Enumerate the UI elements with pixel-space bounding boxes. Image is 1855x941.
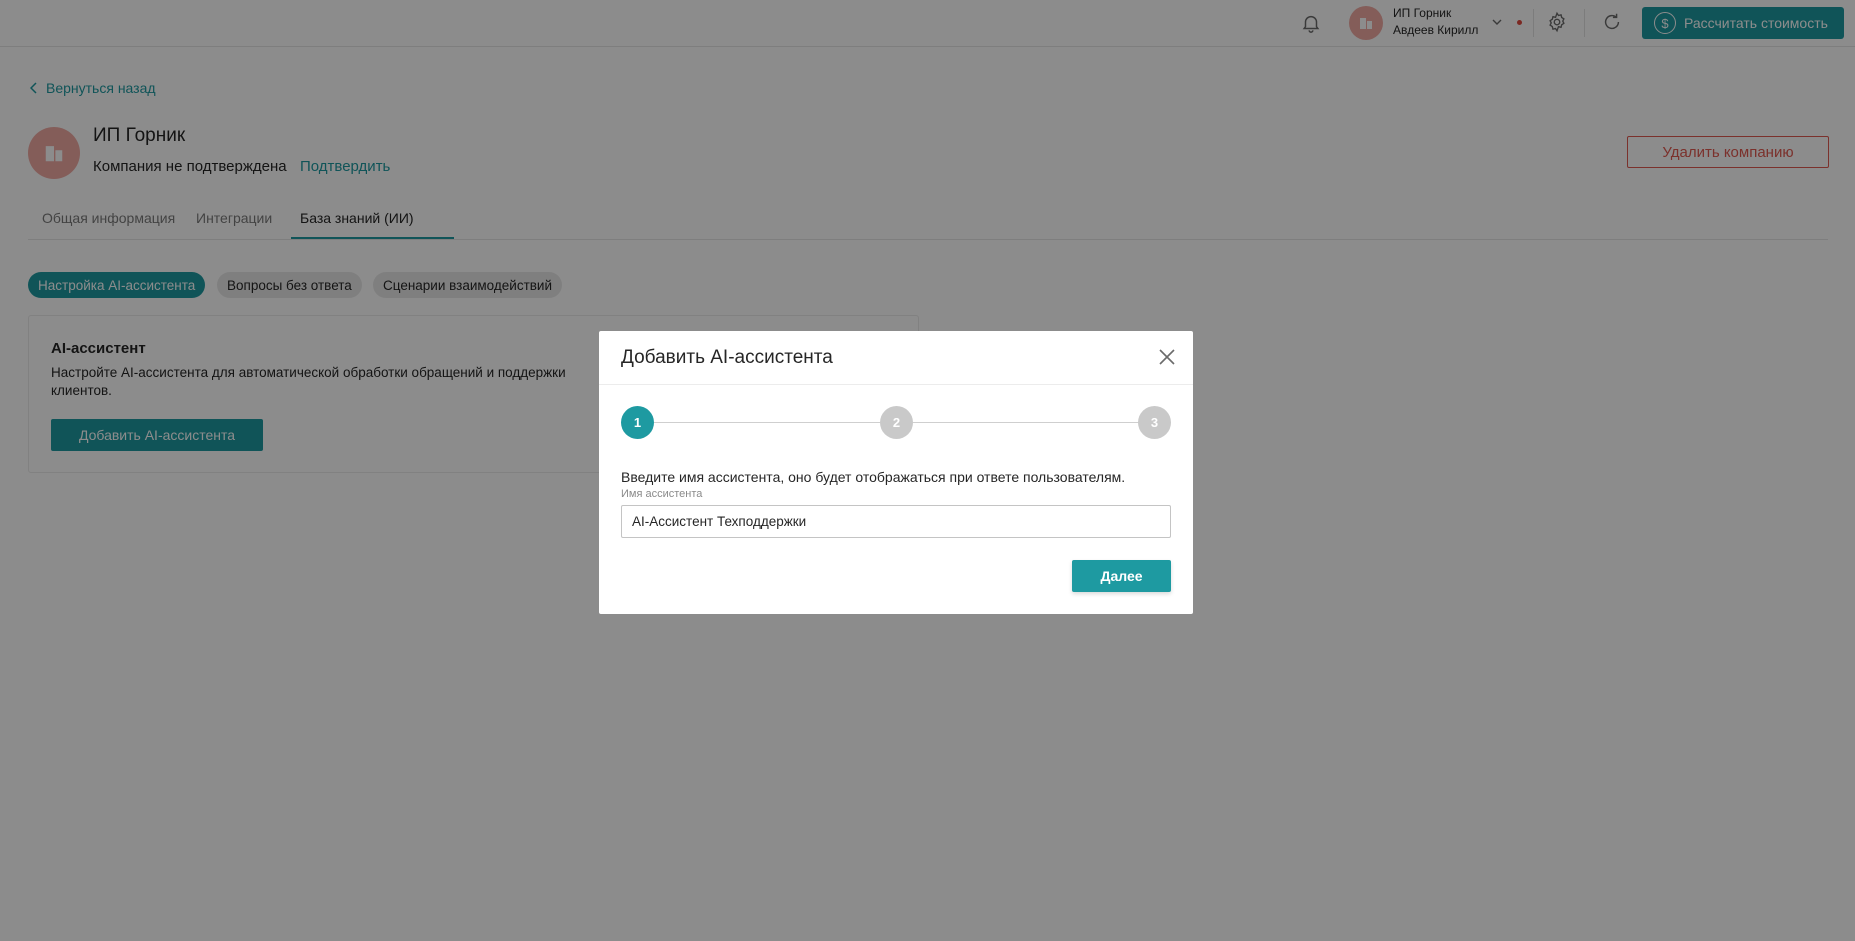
modal-header: Добавить AI-ассистента (599, 331, 1193, 385)
step-3: 3 (1138, 406, 1171, 439)
close-icon[interactable] (1155, 345, 1179, 369)
next-button[interactable]: Далее (1072, 560, 1171, 592)
stepper: 1 2 3 (621, 406, 1171, 440)
assistant-name-label: Имя ассистента (621, 488, 703, 500)
step-2: 2 (880, 406, 913, 439)
step-connector (654, 422, 880, 423)
step-connector (913, 422, 1139, 423)
add-assistant-modal: Добавить AI-ассистента 1 2 3 Введите имя… (599, 331, 1193, 614)
assistant-name-input[interactable] (621, 505, 1171, 538)
modal-title: Добавить AI-ассистента (621, 347, 833, 368)
modal-instruction: Введите имя ассистента, оно будет отобра… (621, 469, 1126, 485)
step-1: 1 (621, 406, 654, 439)
